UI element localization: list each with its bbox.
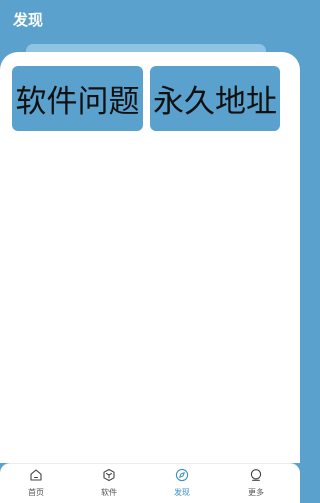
page-title: 发现 (13, 11, 44, 29)
more-icon (250, 469, 262, 481)
cube-icon (103, 468, 115, 482)
main-content: 软件问题 永久地址 (0, 52, 300, 463)
card-label: 软件问题 (15, 84, 140, 120)
nav-item-software[interactable]: 软件 (84, 468, 134, 502)
bottom-navigation: 首页 软件 发现 更多 (0, 463, 300, 503)
home-icon (30, 469, 42, 481)
nav-item-discover[interactable]: 发现 (157, 468, 207, 502)
nav-item-home[interactable]: 首页 (11, 468, 61, 502)
app-screen: 发现 软件问题 永久地址 首页 软件 发现 更多 (0, 0, 300, 503)
card-permanent-address[interactable]: 永久地址 (150, 66, 280, 131)
header-bar: 发现 (0, 0, 300, 64)
compass-icon (175, 468, 189, 482)
nav-label: 软件 (101, 488, 117, 497)
card-software-issues[interactable]: 软件问题 (12, 66, 143, 131)
nav-label: 首页 (28, 488, 44, 497)
card-label: 永久地址 (153, 84, 277, 120)
nav-item-more[interactable]: 更多 (231, 468, 281, 502)
nav-label: 发现 (174, 488, 190, 497)
nav-label: 更多 (248, 488, 264, 497)
